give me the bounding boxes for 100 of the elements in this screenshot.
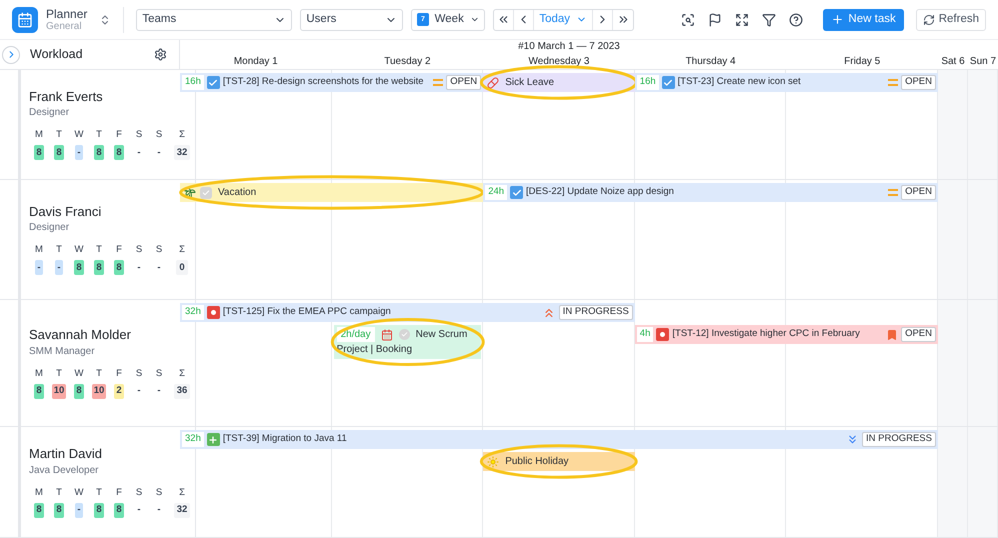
hours-tag: 4h xyxy=(636,327,654,342)
task-bar[interactable]: 24h [DES-22] Update Noize app design OPEN xyxy=(483,183,938,202)
users-dropdown[interactable]: Users xyxy=(300,8,404,30)
task-bar[interactable]: 4h [TST-12] Investigate higher CPC in February OPEN xyxy=(634,325,938,344)
weekday-letter: F xyxy=(115,366,123,380)
task-title: [TST-39] Migration to Java 11 xyxy=(222,432,348,446)
meeting-title: New Scrum xyxy=(416,328,468,342)
day-hours: 8 xyxy=(114,145,124,160)
person-name: Davis Franci xyxy=(29,204,102,220)
day-hours: - xyxy=(156,384,162,398)
app-logo-icon xyxy=(12,6,38,32)
status-tag: IN PROGRESS xyxy=(558,305,633,320)
day-hours: - xyxy=(156,260,162,275)
day-hours: 8 xyxy=(74,260,84,276)
task-title: [TST-125] Fix the EMEA PPC campaign xyxy=(222,305,392,320)
day-hours: - xyxy=(156,503,162,518)
weekday-letter: S xyxy=(134,486,144,500)
weekday-letter: F xyxy=(115,486,123,500)
task-title: [TST-28] Re-design screenshots for the website xyxy=(222,75,425,90)
status-tag: OPEN xyxy=(901,327,936,342)
scan-icon[interactable] xyxy=(681,12,696,26)
palm-tree-icon xyxy=(184,186,196,198)
day-header: Tuesday 2 xyxy=(383,54,432,68)
hours-tag: 16h xyxy=(636,75,659,90)
new-task-button[interactable]: New task xyxy=(823,8,904,30)
day-hours: - xyxy=(35,260,43,276)
task-title: [TST-12] Investigate higher CPC in February xyxy=(672,327,861,342)
person-role: Designer xyxy=(29,221,70,235)
day-hours: 8 xyxy=(74,384,84,399)
weekday-letter: F xyxy=(115,128,123,142)
weekday-letter: Σ xyxy=(178,366,186,380)
day-hours: 8 xyxy=(54,145,64,160)
day-hours: 10 xyxy=(92,384,106,399)
absence-label: Sick Leave xyxy=(505,76,554,90)
refresh-button[interactable]: Refresh xyxy=(916,8,986,30)
day-hours: 8 xyxy=(34,145,44,160)
meeting-subtitle: Project | Booking xyxy=(336,343,414,357)
day-hours: 10 xyxy=(52,384,66,399)
day-header: Friday 5 xyxy=(843,54,882,68)
day-hours: 8 xyxy=(94,145,104,160)
refresh-icon xyxy=(922,14,935,26)
weekday-letter: Σ xyxy=(178,486,186,500)
double-chevron-right-icon xyxy=(616,13,630,26)
day-header: Sun 7 xyxy=(968,54,998,68)
weekday-letter: S xyxy=(154,366,164,380)
app-subtitle: General xyxy=(46,22,83,32)
weekday-letter: Σ xyxy=(178,243,186,257)
weekday-letter: F xyxy=(115,243,123,257)
weekday-letter: Σ xyxy=(178,128,186,142)
total-hours: 0 xyxy=(176,260,188,276)
plus-icon xyxy=(831,13,844,26)
day-hours: - xyxy=(75,145,83,160)
help-icon[interactable] xyxy=(789,12,804,26)
filter-icon[interactable] xyxy=(762,12,776,26)
weekday-letter: S xyxy=(134,128,144,142)
status-tag: OPEN xyxy=(901,185,936,200)
weekday-letter: S xyxy=(134,366,144,380)
weekday-letter: T xyxy=(95,243,103,257)
day-hours: - xyxy=(136,260,142,275)
day-header: Monday 1 xyxy=(232,54,279,68)
task-bar[interactable]: 32h [TST-39] Migration to Java 11 IN PROGRESS xyxy=(180,430,938,449)
day-hours: 8 xyxy=(114,502,124,518)
week-label: #10 March 1 — 7 2023 xyxy=(518,40,620,53)
status-tag: OPEN xyxy=(901,75,936,90)
total-hours: 36 xyxy=(174,384,190,399)
settings-icon[interactable] xyxy=(154,48,167,61)
weekday-letter: M xyxy=(34,243,44,257)
day-hours: 8 xyxy=(34,384,44,399)
day-hours: 2 xyxy=(114,384,124,399)
task-bar[interactable]: 16h [TST-28] Re-design screenshots for the website OPEN xyxy=(180,73,484,92)
flag-icon[interactable] xyxy=(708,12,722,26)
day-hours: 8 xyxy=(34,502,44,518)
fullscreen-icon[interactable] xyxy=(735,12,750,26)
weekday-letter: S xyxy=(154,486,164,500)
absence-bar[interactable]: Vacation xyxy=(180,183,484,202)
day-hours: 8 xyxy=(94,502,104,518)
day-hours: 8 xyxy=(114,260,124,276)
day-header: Sat 6 xyxy=(940,54,966,68)
weekday-letter: W xyxy=(74,366,84,380)
absence-label: Vacation xyxy=(218,186,256,200)
day-hours: - xyxy=(136,503,142,518)
person-name: Frank Everts xyxy=(29,88,104,105)
absence-bar[interactable]: Sick Leave xyxy=(483,73,635,92)
person-role: SMM Manager xyxy=(29,344,96,358)
task-bar[interactable]: 16h [TST-23] Create new icon set OPEN xyxy=(634,73,938,92)
total-hours: 32 xyxy=(174,502,190,518)
person-role: Java Developer xyxy=(29,464,100,478)
day-hours: - xyxy=(136,384,142,398)
task-title: [DES-22] Update Noize app design xyxy=(526,185,675,200)
absence-bar[interactable]: Public Holiday xyxy=(483,452,635,471)
status-tag: OPEN xyxy=(446,75,482,90)
weekday-letter: T xyxy=(55,243,63,257)
weekday-letter: T xyxy=(95,366,103,380)
panel-title: Workload xyxy=(30,46,84,64)
person-role: Designer xyxy=(29,106,70,120)
teams-dropdown[interactable]: Teams xyxy=(136,8,292,30)
task-title: [TST-23] Create new icon set xyxy=(678,75,802,90)
task-bar[interactable]: 32h [TST-125] Fix the EMEA PPC campaign IN PROGRESS xyxy=(180,303,635,322)
hours-tag: 24h xyxy=(485,185,508,200)
weekday-letter: W xyxy=(74,128,84,142)
